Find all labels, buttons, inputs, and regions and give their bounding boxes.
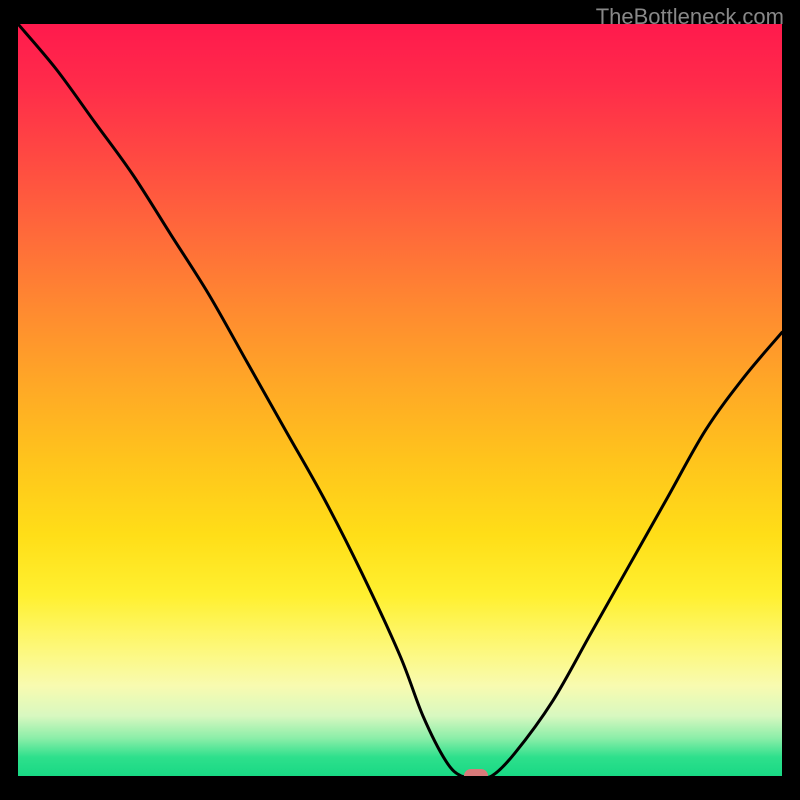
optimal-point-marker bbox=[464, 769, 488, 776]
chart-plot-area bbox=[18, 24, 782, 776]
watermark-text: TheBottleneck.com bbox=[596, 4, 784, 30]
bottleneck-curve bbox=[18, 24, 782, 776]
